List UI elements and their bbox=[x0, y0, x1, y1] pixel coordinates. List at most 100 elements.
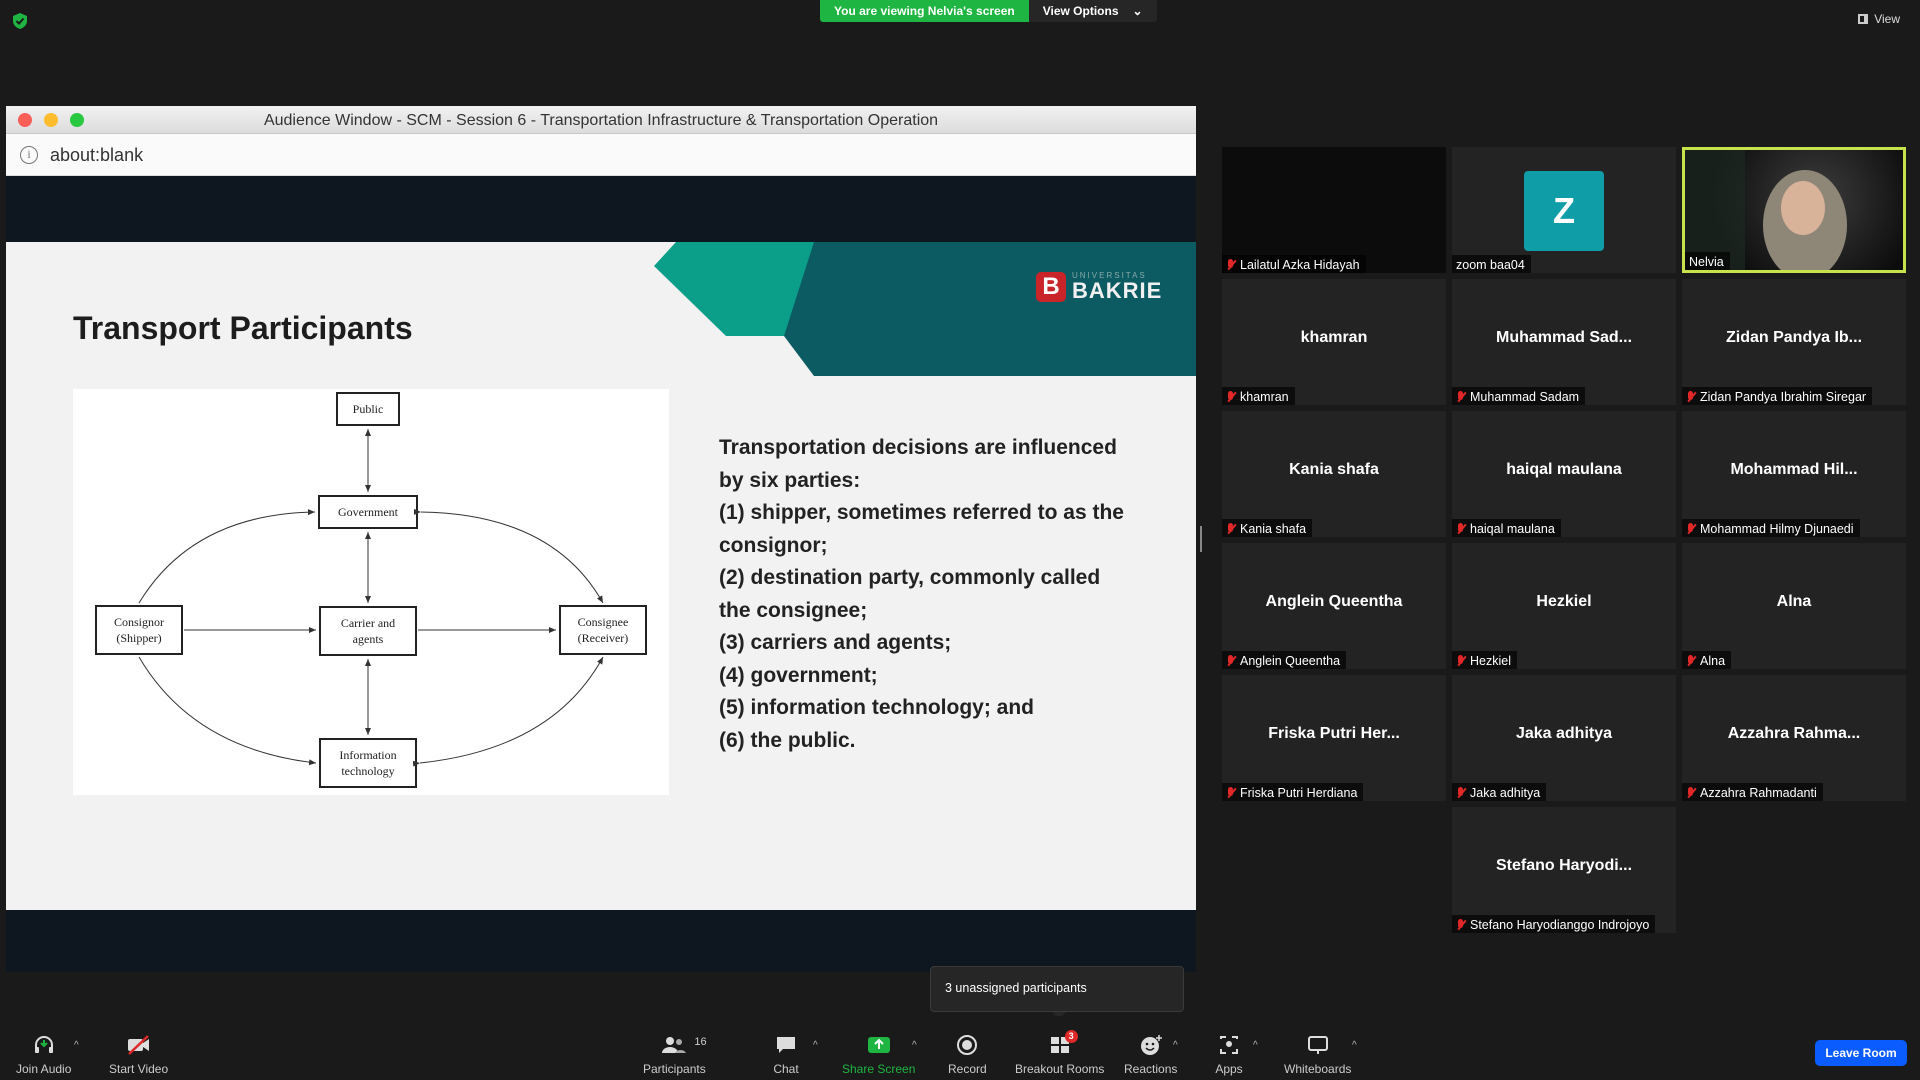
consignor-label-2: (Shipper) bbox=[116, 631, 161, 645]
reactions-options-caret-icon[interactable]: ^ bbox=[1173, 1040, 1178, 1051]
share-screen-button[interactable]: Share Screen bbox=[842, 1034, 915, 1076]
participant-tile[interactable]: Azzahra Rahma... Azzahra Rahmadanti bbox=[1682, 675, 1906, 801]
whiteboards-options-caret-icon[interactable]: ^ bbox=[1352, 1040, 1357, 1051]
participant-name: Hezkiel bbox=[1470, 654, 1511, 668]
participant-name: Lailatul Azka Hidayah bbox=[1240, 258, 1360, 272]
participant-tile[interactable]: Muhammad Sad... Muhammad Sadam bbox=[1452, 279, 1676, 405]
chat-button[interactable]: Chat bbox=[772, 1034, 800, 1076]
participant-tile[interactable]: Anglein Queentha Anglein Queentha bbox=[1222, 543, 1446, 669]
university-logo: B UNIVERSITAS BAKRIE bbox=[1036, 272, 1162, 302]
slide-top-letterbox bbox=[6, 178, 1196, 240]
whiteboards-button[interactable]: Whiteboards bbox=[1284, 1034, 1351, 1076]
audio-options-caret-icon[interactable]: ^ bbox=[74, 1040, 79, 1051]
participant-name: Kania shafa bbox=[1240, 522, 1307, 536]
participant-name: khamran bbox=[1240, 390, 1289, 404]
slide-bottom-letterbox bbox=[6, 910, 1196, 972]
participants-icon: 16 bbox=[660, 1034, 707, 1056]
participant-display-name: Zidan Pandya Ib... bbox=[1725, 329, 1863, 346]
slide-line: consignor; bbox=[719, 533, 828, 557]
window-title-bar: Audience Window - SCM - Session 6 - Tran… bbox=[6, 106, 1196, 134]
muted-mic-icon bbox=[1686, 787, 1696, 799]
video-off-icon bbox=[125, 1034, 153, 1056]
muted-mic-icon bbox=[1456, 787, 1466, 799]
participant-tile[interactable]: Friska Putri Her... Friska Putri Herdiana bbox=[1222, 675, 1446, 801]
security-shield-icon[interactable] bbox=[12, 12, 28, 30]
participant-tile[interactable]: Mohammad Hil... Mohammad Hilmy Djunaedi bbox=[1682, 411, 1906, 537]
logo-big-text: BAKRIE bbox=[1072, 278, 1163, 303]
participants-label: Participants bbox=[643, 1062, 706, 1076]
header-teal-band bbox=[766, 242, 1196, 376]
apps-options-caret-icon[interactable]: ^ bbox=[1253, 1040, 1258, 1051]
participant-display-name: Hezkiel bbox=[1536, 593, 1592, 610]
view-label: View bbox=[1874, 12, 1900, 26]
smiley-plus-icon bbox=[1137, 1034, 1165, 1056]
participant-tile[interactable]: Kania shafa Kania shafa bbox=[1222, 411, 1446, 537]
presentation-slide: Transport Participants B UNIVERSITAS BAK… bbox=[6, 242, 1196, 910]
join-audio-label: Join Audio bbox=[16, 1062, 72, 1076]
share-options-caret-icon[interactable]: ^ bbox=[912, 1040, 917, 1051]
slide-line: (5) information technology; and bbox=[719, 696, 1034, 719]
leave-room-button[interactable]: Leave Room bbox=[1815, 1040, 1907, 1066]
participant-tile[interactable]: Alna Alna bbox=[1682, 543, 1906, 669]
join-audio-button[interactable]: Join Audio bbox=[16, 1034, 71, 1076]
public-label: Public bbox=[353, 402, 384, 416]
unassigned-participants-tooltip: 3 unassigned participants bbox=[930, 966, 1184, 1012]
participant-tile[interactable]: haiqal maulana haiqal maulana bbox=[1452, 411, 1676, 537]
participant-name: Jaka adhitya bbox=[1470, 786, 1541, 800]
breakout-rooms-badge: 3 bbox=[1064, 1030, 1078, 1043]
infotech-box bbox=[319, 738, 417, 788]
meeting-toolbar: Join Audio ^ Start Video 16 Participants… bbox=[0, 1016, 1920, 1080]
slide-line: Transportation decisions are influenced bbox=[719, 436, 1117, 459]
participant-display-name: Azzahra Rahma... bbox=[1727, 725, 1861, 742]
shared-screen-window: Audience Window - SCM - Session 6 - Tran… bbox=[6, 106, 1196, 972]
participant-tile[interactable]: Lailatul Azka Hidayah bbox=[1222, 147, 1446, 273]
participants-button[interactable]: 16 Participants bbox=[643, 1034, 707, 1076]
participant-display-name: haiqal maulana bbox=[1506, 461, 1622, 478]
participant-name: zoom baa04 bbox=[1456, 258, 1525, 272]
record-button[interactable]: Record bbox=[948, 1034, 987, 1076]
logo-wordmark: UNIVERSITAS BAKRIE bbox=[1072, 272, 1162, 302]
view-options-button[interactable]: View Options ⌄ bbox=[1028, 0, 1157, 22]
window-title: Audience Window - SCM - Session 6 - Tran… bbox=[263, 112, 939, 129]
slide-body-text: Transportation decisions are influenced … bbox=[719, 432, 1139, 757]
breakout-rooms-button[interactable]: 3 Breakout Rooms bbox=[1015, 1030, 1104, 1076]
muted-mic-icon bbox=[1226, 655, 1236, 667]
chat-options-caret-icon[interactable]: ^ bbox=[813, 1040, 818, 1051]
participant-name-label: Stefano Haryodianggo Indrojoyo bbox=[1452, 915, 1656, 933]
participant-name-label: Azzahra Rahmadanti bbox=[1682, 783, 1823, 801]
panel-resize-handle[interactable] bbox=[1200, 526, 1202, 552]
address-text[interactable]: about:blank bbox=[50, 145, 143, 166]
participant-tile[interactable]: khamran khamran bbox=[1222, 279, 1446, 405]
participant-tile[interactable]: Jaka adhitya Jaka adhitya bbox=[1452, 675, 1676, 801]
slide-line: (2) destination party, commonly called bbox=[719, 566, 1101, 589]
muted-mic-icon bbox=[1226, 259, 1236, 271]
view-button[interactable]: View bbox=[1858, 12, 1900, 26]
participant-display-name: Friska Putri Her... bbox=[1268, 725, 1400, 742]
apps-button[interactable]: Apps bbox=[1215, 1034, 1243, 1076]
participant-display-name: Muhammad Sad... bbox=[1495, 329, 1633, 346]
reactions-button[interactable]: Reactions bbox=[1124, 1034, 1177, 1076]
record-label: Record bbox=[948, 1062, 987, 1076]
participant-name-label: Muhammad Sadam bbox=[1452, 387, 1586, 405]
info-icon[interactable]: i bbox=[20, 146, 38, 164]
participant-tile[interactable]: Zidan Pandya Ib... Zidan Pandya Ibrahim S… bbox=[1682, 279, 1906, 405]
apps-label: Apps bbox=[1215, 1062, 1243, 1076]
viewing-screen-label: You are viewing Nelvia's screen bbox=[820, 0, 1029, 22]
top-bar: You are viewing Nelvia's screen View Opt… bbox=[0, 0, 1920, 40]
carrier-label-1: Carrier and bbox=[341, 616, 395, 630]
participant-name: Anglein Queentha bbox=[1240, 654, 1341, 668]
arrow-consignor-infotech bbox=[138, 656, 317, 766]
participant-tile[interactable]: Stefano Haryodi... Stefano Haryodianggo I… bbox=[1452, 807, 1676, 933]
chat-label: Chat bbox=[773, 1062, 799, 1076]
apps-icon bbox=[1215, 1034, 1243, 1056]
participant-tile[interactable]: Hezkiel Hezkiel bbox=[1452, 543, 1676, 669]
slide-line: (3) carriers and agents; bbox=[719, 631, 952, 654]
headphones-icon bbox=[30, 1034, 58, 1056]
participant-display-name: Mohammad Hil... bbox=[1730, 461, 1858, 478]
participant-tile[interactable]: Zzoom baa04 bbox=[1452, 147, 1676, 273]
start-video-button[interactable]: Start Video bbox=[109, 1034, 168, 1076]
consignor-label-1: Consignor bbox=[114, 615, 164, 629]
participant-tile[interactable]: Nelvia bbox=[1682, 147, 1906, 273]
diagram-canvas: Public Government Consignor (Shipper) Ca… bbox=[95, 392, 647, 788]
address-bar[interactable]: i about:blank bbox=[6, 134, 1196, 176]
